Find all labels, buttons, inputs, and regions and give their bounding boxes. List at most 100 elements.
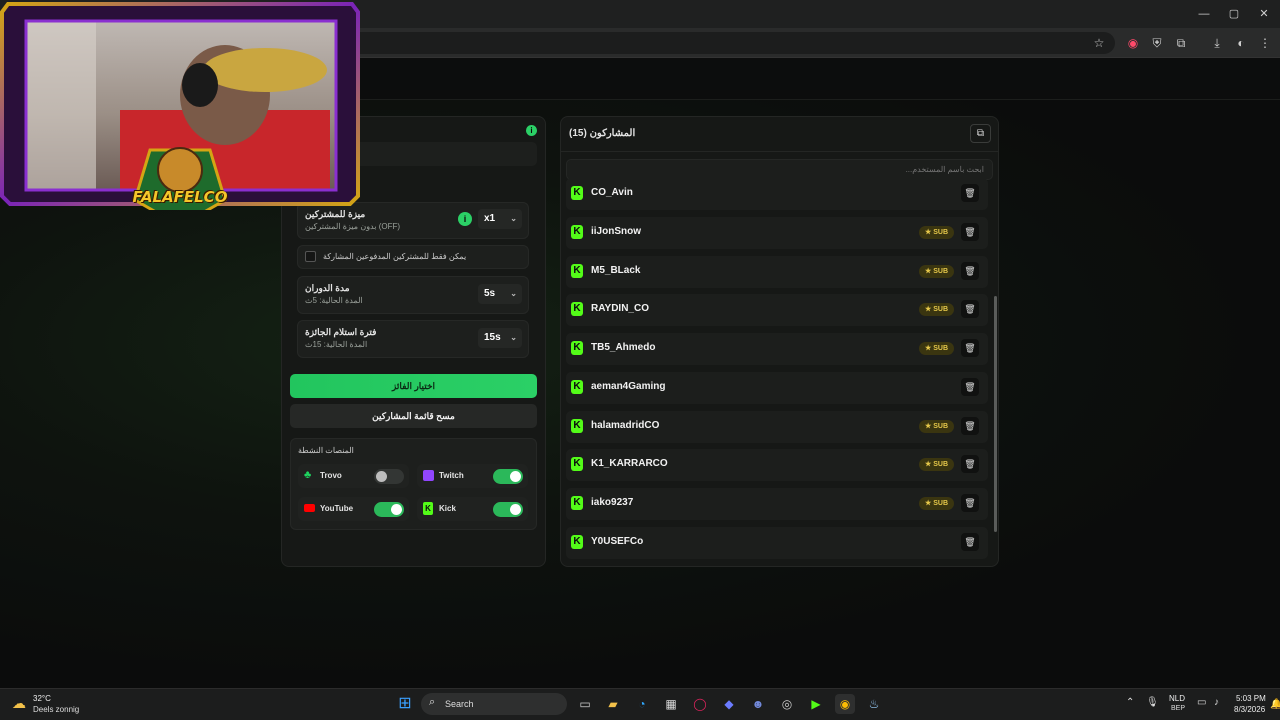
language-indicator[interactable]: NLD <box>1169 694 1185 703</box>
download-icon[interactable]: ⤓ <box>1208 34 1226 52</box>
participant-name: iako9237 <box>591 497 634 508</box>
search-label: Search <box>445 699 474 709</box>
participants-title: المشاركون (15) <box>569 128 636 139</box>
weather-desc[interactable]: Deels zonnig <box>33 705 79 714</box>
sub-badge: ★ SUB <box>919 303 954 317</box>
minimize-button[interactable]: — <box>1194 6 1214 22</box>
clear-list-button[interactable]: مسح قائمة المشاركين <box>290 404 537 428</box>
trash-icon[interactable]: 🗑 <box>961 416 979 435</box>
trash-icon[interactable]: 🗑 <box>961 494 979 512</box>
maximize-button[interactable]: ▢ <box>1224 6 1244 22</box>
feature-subtitle: بدون ميزة المشتركين (OFF) <box>305 222 401 231</box>
star-icon[interactable]: ☆ <box>1090 34 1108 52</box>
edge-icon[interactable]: ◔ <box>632 694 652 714</box>
sub-badge: ★ SUB <box>919 497 954 510</box>
trash-icon[interactable]: 🗑 <box>961 184 979 202</box>
kick-icon: K <box>571 534 583 549</box>
claim-period-value: 15s <box>484 332 501 343</box>
pick-winner-button[interactable]: اختيار الفائز <box>290 374 537 398</box>
taskbar-search[interactable]: ⌕ Search <box>421 693 567 715</box>
kick-toggle[interactable] <box>493 502 523 517</box>
search-input[interactable] <box>566 159 993 180</box>
clock-time[interactable]: 5:03 PM <box>1236 694 1266 703</box>
scrollbar[interactable] <box>994 296 997 532</box>
subs-only-label: يمكن فقط للمشتركين المدفوعين المشاركة <box>323 252 467 261</box>
kick-icon: K <box>571 457 583 472</box>
claim-period-subtitle: المدة الحالية: 15ث <box>305 340 368 349</box>
participant-name: RAYDIN_CO <box>591 303 649 315</box>
participant-row: K TB5_Ahmedo ★ SUB 🗑 <box>566 333 988 365</box>
trash-icon[interactable]: 🗑 <box>961 222 979 241</box>
platform-youtube: YouTube <box>298 497 409 521</box>
notification-icon[interactable]: 🔔 <box>1270 699 1280 710</box>
chrome-icon[interactable]: ◉ <box>835 694 855 714</box>
platforms-title: المنصات النشطة <box>298 446 354 455</box>
trovo-toggle[interactable] <box>374 469 404 484</box>
feature-title: ميزة للمشتركين <box>305 209 366 219</box>
trash-icon[interactable]: 🗑 <box>961 339 979 357</box>
opera-icon[interactable]: ◯ <box>690 694 710 714</box>
kick-icon: K <box>571 341 583 355</box>
close-button[interactable]: ✕ <box>1254 6 1274 22</box>
chevron-down-icon: ⌄ <box>510 214 517 223</box>
spin-duration-dropdown[interactable]: 5s ⌄ <box>478 284 522 304</box>
falafelco-logo: FALAFELCO <box>132 188 228 206</box>
webcam-overlay: FALAFELCO <box>0 0 360 228</box>
trash-icon[interactable]: 🗑 <box>961 532 979 551</box>
participant-name: CO_Avin <box>591 187 633 198</box>
clock-date[interactable]: 8/3/2026 <box>1234 705 1265 714</box>
youtube-toggle[interactable] <box>374 502 404 517</box>
youtube-icon <box>304 504 315 512</box>
participant-name: aeman4Gaming <box>591 380 666 392</box>
info-icon[interactable]: i <box>526 125 537 136</box>
platform-twitch: Twitch <box>417 464 528 488</box>
subs-only-checkbox[interactable] <box>305 251 316 262</box>
media-icon[interactable]: ▶ <box>806 694 826 714</box>
tray-chevron-icon[interactable]: ⌃ <box>1126 697 1134 708</box>
kebab-menu-icon[interactable]: ⋮ <box>1256 34 1274 52</box>
store-icon[interactable]: ▦ <box>661 694 681 714</box>
twitch-toggle[interactable] <box>493 469 523 484</box>
participant-row: K CO_Avin 🗑 <box>566 178 988 210</box>
app-badge-icon[interactable]: ◎ <box>777 694 797 714</box>
participant-name: iiJonSnow <box>591 225 641 237</box>
weather-icon[interactable]: ☁ <box>12 695 26 712</box>
platform-label: Kick <box>439 504 456 513</box>
trash-icon[interactable]: 🗑 <box>961 300 979 319</box>
volume-icon[interactable]: ♪ <box>1214 697 1219 708</box>
discord-icon[interactable]: ☻ <box>748 694 768 714</box>
claim-period-dropdown[interactable]: 15s ⌄ <box>478 328 522 348</box>
shield-icon[interactable]: ⛨ <box>1148 34 1166 52</box>
trash-icon[interactable]: 🗑 <box>961 261 979 280</box>
file-explorer-icon[interactable]: ▰ <box>603 694 623 714</box>
participant-name: K1_KARRARCO <box>591 458 668 470</box>
task-view-icon[interactable]: ▭ <box>575 694 595 714</box>
divider <box>560 151 999 152</box>
trash-icon[interactable]: 🗑 <box>961 377 979 396</box>
profile-icon[interactable]: ◐ <box>1232 34 1250 52</box>
weather-temp[interactable]: 32°C <box>33 694 51 703</box>
spin-duration-title: مدة الدوران <box>305 283 350 293</box>
network-icon[interactable]: ▭ <box>1197 697 1206 708</box>
participant-row: KhalamadridCO ★ SUB 🗑 <box>566 410 988 443</box>
extension-record-icon[interactable]: ◉ <box>1124 34 1142 52</box>
steam-icon[interactable]: ♨ <box>864 694 884 714</box>
trash-icon[interactable]: 🗑 <box>961 455 979 474</box>
kick-icon: K <box>571 496 583 510</box>
app-icon[interactable]: ◆ <box>719 694 739 714</box>
multiplier-dropdown[interactable]: x1 ⌄ <box>478 209 522 229</box>
twitch-icon <box>423 470 434 481</box>
claim-period-title: فترة استلام الجائزة <box>305 327 377 337</box>
puzzle-icon[interactable]: ⧉ <box>1172 34 1190 52</box>
address-bar[interactable] <box>345 32 1115 54</box>
sub-badge: ★ SUB <box>919 225 954 239</box>
participant-row: Kaeman4Gaming 🗑 <box>566 371 988 404</box>
info-icon[interactable]: i <box>458 212 472 226</box>
participant-row: KiiJonSnow ★ SUB 🗑 <box>566 216 988 249</box>
copy-icon[interactable]: ⧉ <box>970 124 991 143</box>
microphone-icon[interactable]: 🎙 <box>1146 697 1159 708</box>
trovo-icon: ♣ <box>304 469 312 481</box>
windows-start-icon[interactable]: ⊞ <box>395 694 415 714</box>
platform-label: YouTube <box>320 504 354 513</box>
kick-icon: K <box>571 224 583 239</box>
